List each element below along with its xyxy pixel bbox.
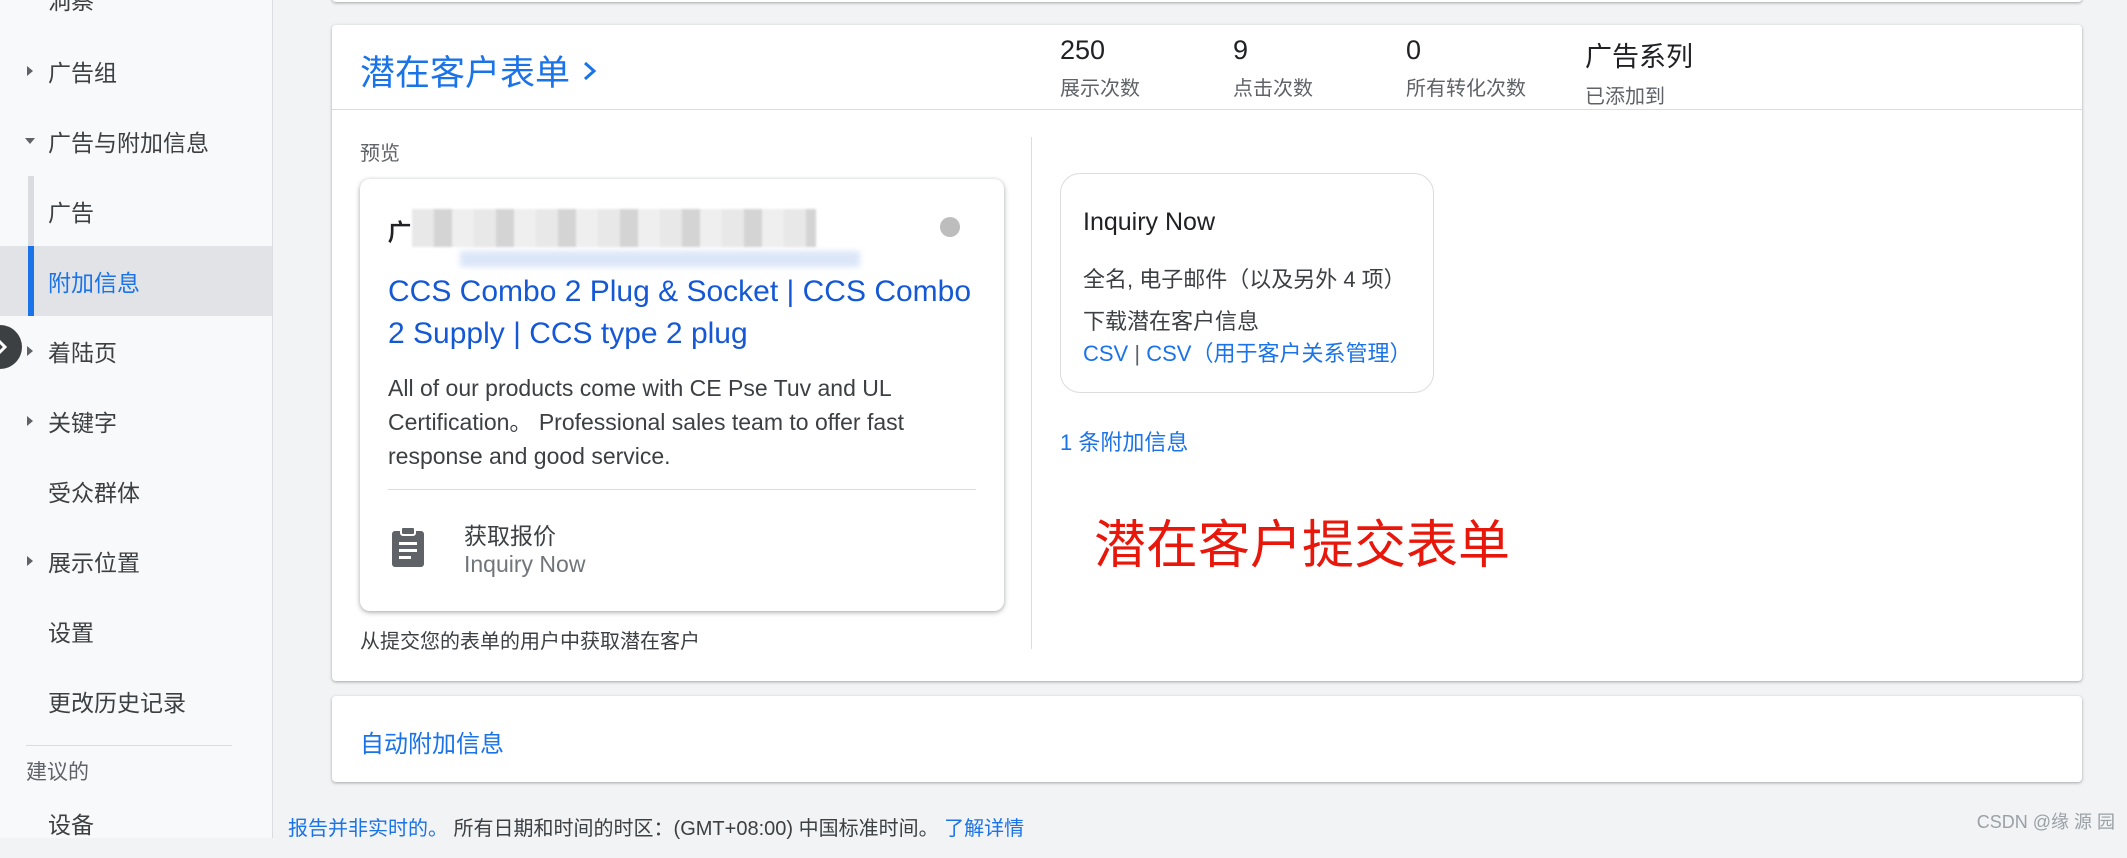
redacted-url	[412, 209, 816, 247]
caret-right-icon	[24, 65, 36, 77]
sidebar: 洞察 广告组 广告与附加信息 广告 附加信息 着陆页 关键字 受众群体 展示位置…	[0, 0, 273, 838]
sidebar-item-extensions[interactable]: 附加信息	[0, 246, 272, 316]
vertical-divider	[1031, 137, 1032, 649]
stat-label: 展示次数	[1060, 78, 1140, 100]
sidebar-item-change-history[interactable]: 更改历史记录	[0, 666, 272, 736]
sidebar-item-label: 广告与附加信息	[48, 130, 209, 156]
ad-cta-title: 获取报价	[464, 523, 556, 549]
sidebar-item-label: 展示位置	[48, 550, 140, 576]
caret-right-icon	[24, 555, 36, 567]
csv-download-link[interactable]: CSV	[1083, 341, 1128, 366]
stat-conversions: 0 所有转化次数	[1406, 35, 1526, 101]
sidebar-item-ad-groups[interactable]: 广告组	[0, 36, 272, 106]
stat-campaign: 广告系列 已添加到	[1585, 35, 1693, 109]
lead-form-card: 潜在客户表单 250 展示次数 9 点击次数 0 所有转化次数 广告系列 已添加…	[332, 25, 2082, 681]
preview-caption: 从提交您的表单的用户中获取潜在客户	[360, 631, 700, 653]
sidebar-item-insights[interactable]: 洞察	[0, 0, 272, 34]
caret-right-icon	[24, 415, 36, 427]
sidebar-item-settings[interactable]: 设置	[0, 596, 272, 666]
stat-clicks: 9 点击次数	[1233, 35, 1313, 101]
link-separator: |	[1134, 341, 1141, 366]
stat-value: 250	[1060, 35, 1106, 65]
extension-count-link[interactable]: 1 条附加信息	[1060, 425, 1188, 457]
csv-crm-download-link[interactable]: CSV（用于客户关系管理）	[1146, 341, 1411, 366]
stat-value: 0	[1406, 35, 1422, 65]
sidebar-item-label: 更改历史记录	[48, 690, 186, 716]
chevron-right-icon	[584, 61, 597, 80]
sidebar-item-label: 设置	[48, 620, 94, 646]
sidebar-item-devices[interactable]: 设备	[0, 788, 272, 858]
card-title-text: 潜在客户表单	[360, 54, 571, 93]
chevron-right-icon	[0, 339, 8, 355]
caret-down-icon	[24, 135, 36, 147]
sidebar-item-label: 着陆页	[48, 340, 117, 366]
caret-right-icon	[24, 345, 36, 357]
stat-impressions: 250 展示次数	[1060, 35, 1140, 101]
form-name: Inquiry Now	[1083, 208, 1215, 236]
info-icon	[940, 217, 960, 237]
stat-label: 所有转化次数	[1406, 78, 1526, 100]
clipboard-icon	[388, 525, 428, 569]
sidebar-item-audiences[interactable]: 受众群体	[0, 456, 272, 526]
sidebar-section-label: 建议的	[26, 761, 89, 784]
form-fields: 全名, 电子邮件（以及另外 4 项）	[1083, 267, 1406, 292]
previous-card-edge	[332, 0, 2082, 2]
redacted-stripe	[460, 251, 860, 267]
watermark: CSDN @缘 源 园	[1976, 812, 2115, 832]
ad-preview: 广 CCS Combo 2 Plug & Socket | CCS Combo …	[360, 179, 1004, 611]
auto-extensions-link[interactable]: 自动附加信息	[360, 724, 504, 759]
sidebar-item-label: 洞察	[48, 0, 94, 14]
lead-form-title-link[interactable]: 潜在客户表单	[360, 45, 598, 96]
sidebar-item-keywords[interactable]: 关键字	[0, 386, 272, 456]
stat-value: 9	[1233, 35, 1249, 65]
sidebar-item-label: 关键字	[48, 410, 117, 436]
stat-label: 点击次数	[1233, 78, 1313, 100]
sidebar-item-label: 广告组	[48, 60, 117, 86]
footer: 报告并非实时的。 所有日期和时间的时区：(GMT+08:00) 中国标准时间。 …	[288, 812, 1024, 841]
divider	[388, 489, 976, 490]
footer-timezone: 所有日期和时间的时区：(GMT+08:00) 中国标准时间。	[448, 818, 939, 840]
learn-more-link[interactable]: 了解详情	[944, 818, 1024, 840]
sidebar-item-label: 广告	[48, 200, 94, 226]
preview-label: 预览	[360, 143, 400, 165]
ad-headline[interactable]: CCS Combo 2 Plug & Socket | CCS Combo 2 …	[388, 271, 978, 355]
ad-description: All of our products come with CE Pse Tuv…	[388, 375, 905, 469]
auto-extensions-card[interactable]: 自动附加信息	[332, 696, 2082, 782]
card-header: 潜在客户表单 250 展示次数 9 点击次数 0 所有转化次数 广告系列 已添加…	[332, 25, 2082, 110]
stat-label: 已添加到	[1585, 86, 1665, 108]
download-label: 下载潜在客户信息	[1083, 309, 1260, 334]
stat-value: 广告系列	[1585, 42, 1693, 72]
sidebar-divider	[26, 745, 232, 746]
sidebar-item-label: 设备	[48, 812, 94, 838]
annotation-text: 潜在客户提交表单	[1094, 517, 1511, 575]
sidebar-item-placements[interactable]: 展示位置	[0, 526, 272, 596]
sidebar-item-ads-extensions[interactable]: 广告与附加信息	[0, 106, 272, 176]
sidebar-item-label: 附加信息	[48, 270, 140, 296]
sidebar-item-landing-pages[interactable]: 着陆页	[0, 316, 272, 386]
footer-not-realtime: 报告并非实时的。	[288, 818, 448, 840]
sidebar-item-ads[interactable]: 广告	[0, 176, 272, 246]
sidebar-item-label: 受众群体	[48, 480, 140, 506]
download-links: CSV | CSV（用于客户关系管理）	[1083, 336, 1411, 368]
ad-cta-subtitle: Inquiry Now	[464, 551, 586, 577]
form-info-card: Inquiry Now 全名, 电子邮件（以及另外 4 项） 下载潜在客户信息 …	[1060, 173, 1434, 393]
ad-badge: 广	[388, 219, 411, 245]
